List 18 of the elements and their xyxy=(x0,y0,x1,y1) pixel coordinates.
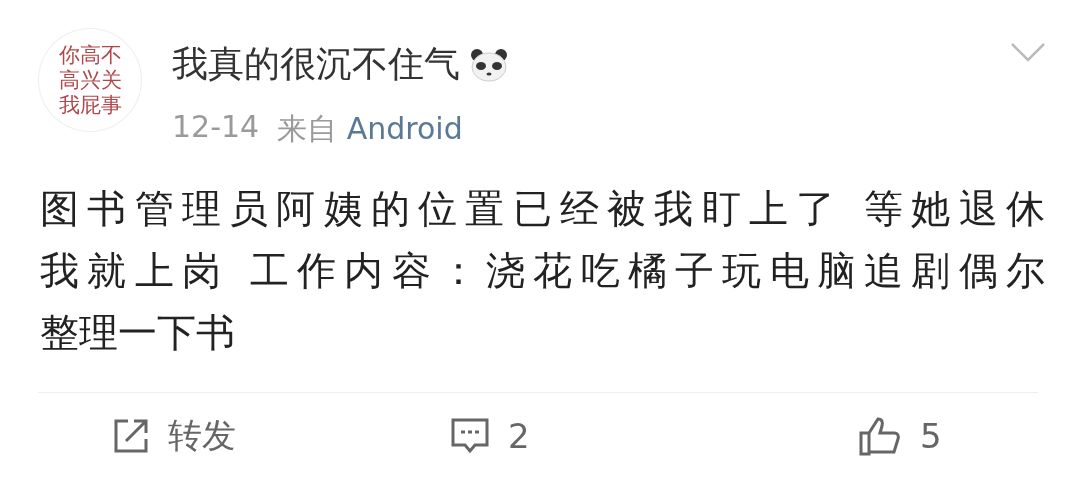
panda-icon xyxy=(470,47,508,82)
like-button[interactable]: 5 xyxy=(648,413,1056,459)
repost-button[interactable]: 转发 xyxy=(38,413,310,459)
avatar[interactable]: 你高不 高兴关 我屁事 xyxy=(38,28,142,132)
post-text-line: 图书管理员阿姨的位置已经被我盯上了 等她退休 xyxy=(40,185,1045,233)
comment-button[interactable]: 2 xyxy=(310,413,648,459)
thumbs-up-icon xyxy=(858,416,902,456)
username[interactable]: 我真的很沉不住气 xyxy=(172,40,460,89)
chevron-down-icon[interactable] xyxy=(1010,42,1046,62)
post-text-line: 我就上岗 工作内容：浇花吃橘子玩电脑追剧偶尔 xyxy=(40,247,1045,295)
avatar-text: 我屁事 xyxy=(58,92,122,118)
share-icon xyxy=(112,417,150,455)
avatar-text: 你高不 xyxy=(58,42,122,68)
comment-icon xyxy=(450,417,490,455)
post-source: 来自 Android xyxy=(277,110,463,148)
avatar-text: 高兴关 xyxy=(58,67,122,93)
post-time: 12-14 xyxy=(172,109,260,146)
post-text-line: 整理一下书 xyxy=(40,309,236,357)
